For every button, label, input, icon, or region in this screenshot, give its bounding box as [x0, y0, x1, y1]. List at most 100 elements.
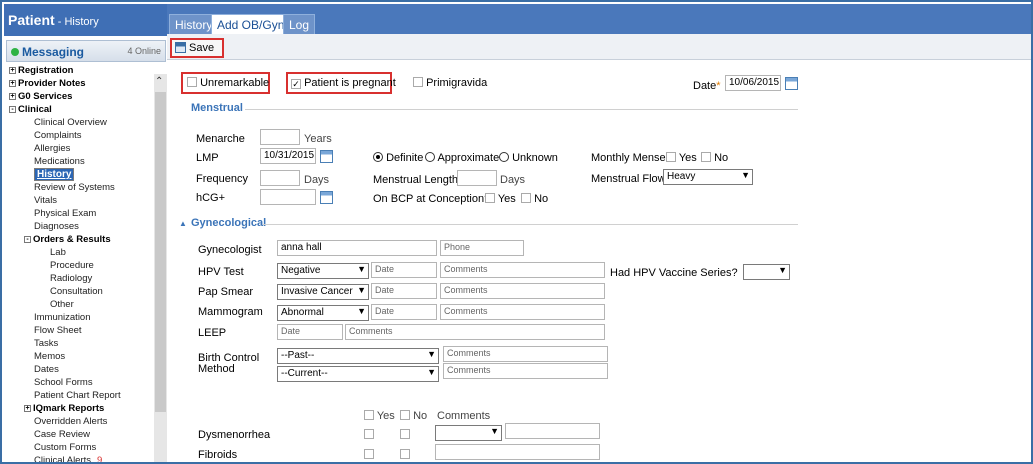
mammogram-date-input[interactable]: Date [371, 304, 437, 320]
tab-log[interactable]: Log [283, 14, 316, 34]
sidebar-item[interactable]: Clinical Alerts 9 [34, 454, 102, 464]
fibroids-yes[interactable] [364, 449, 374, 461]
pregnant-checkbox[interactable]: ✓ Patient is pregnant [291, 77, 396, 89]
mammogram-comments-input[interactable]: Comments [440, 304, 605, 320]
sidebar-item[interactable]: History [34, 168, 75, 181]
date-calendar-icon[interactable] [785, 77, 798, 90]
scrollbar-thumb[interactable] [155, 92, 166, 412]
messaging-bar[interactable]: Messaging 4 Online [6, 40, 166, 62]
tab-add-obgyn[interactable]: Add OB/Gyn [211, 14, 291, 34]
gynecologist-input[interactable]: anna hall [277, 240, 437, 256]
dysmenorrhea-yes[interactable] [364, 429, 374, 441]
leep-comments-input[interactable]: Comments [345, 324, 605, 340]
monthly-menses-no[interactable]: No [701, 152, 728, 164]
sidebar-item[interactable]: - Clinical [9, 103, 52, 116]
lmp-input[interactable]: 10/31/2015 [260, 148, 316, 164]
hpv-select[interactable]: Negative ▼ [277, 263, 369, 279]
primigravida-label: Primigravida [426, 77, 488, 89]
sidebar-item[interactable]: Clinical Overview [34, 116, 107, 129]
sidebar-item-label: Clinical Alerts [34, 455, 92, 464]
fibroids-no[interactable] [400, 449, 410, 461]
leep-date-input[interactable]: Date [277, 324, 343, 340]
sidebar-item[interactable]: Review of Systems [34, 181, 115, 194]
hcg-input[interactable] [260, 189, 316, 205]
birth-control-past-comments[interactable]: Comments [443, 346, 608, 362]
pap-label: Pap Smear [198, 286, 254, 298]
collapse-icon[interactable]: - [24, 236, 31, 243]
dysmenorrhea-select[interactable]: ▼ [435, 425, 502, 441]
sidebar-item[interactable]: Diagnoses [34, 220, 79, 233]
mammogram-select[interactable]: Abnormal ▼ [277, 305, 369, 321]
expand-icon[interactable]: + [9, 93, 16, 100]
sidebar-scrollbar[interactable]: ⌃ [154, 74, 167, 462]
expand-icon[interactable]: + [24, 405, 31, 412]
sidebar-item[interactable]: + Registration [9, 64, 73, 77]
sidebar-item[interactable]: + Provider Notes [9, 77, 86, 90]
primigravida-checkbox[interactable]: Primigravida [413, 77, 487, 89]
sidebar-item[interactable]: Procedure [50, 259, 94, 272]
hpv-comments-input[interactable]: Comments [440, 262, 605, 278]
sidebar-item[interactable]: Lab [50, 246, 66, 259]
save-button[interactable]: Save [170, 38, 224, 58]
dysmenorrhea-no[interactable] [400, 429, 410, 441]
sidebar-item[interactable]: Radiology [50, 272, 92, 285]
sidebar-item[interactable]: Vitals [34, 194, 57, 207]
sidebar-item[interactable]: Complaints [34, 129, 82, 142]
definite-radio[interactable]: Definite [373, 152, 423, 164]
sidebar-item[interactable]: Medications [34, 155, 85, 168]
fibroids-comments[interactable] [435, 444, 600, 460]
hpv-date-input[interactable]: Date [371, 262, 437, 278]
unknown-radio[interactable]: Unknown [499, 152, 558, 164]
sidebar-item[interactable]: Case Review [34, 428, 90, 441]
expand-icon[interactable]: + [9, 80, 16, 87]
sidebar-item[interactable]: Dates [34, 363, 59, 376]
sidebar-item[interactable]: Flow Sheet [34, 324, 82, 337]
chevron-down-icon: ▼ [357, 285, 366, 295]
lmp-calendar-icon[interactable] [320, 150, 333, 163]
monthly-menses-label: Monthly Menses [591, 152, 672, 164]
sidebar-item[interactable]: Immunization [34, 311, 91, 324]
sidebar-item[interactable]: - Orders & Results [24, 233, 111, 246]
hpv-vaccine-select[interactable]: ▼ [743, 264, 790, 280]
monthly-menses-yes[interactable]: Yes [666, 152, 697, 164]
sidebar-item[interactable]: School Forms [34, 376, 93, 389]
bcp-yes[interactable]: Yes [485, 193, 516, 205]
pap-date-input[interactable]: Date [371, 283, 437, 299]
bcp-no[interactable]: No [521, 193, 548, 205]
birth-control-current-select[interactable]: --Current-- ▼ [277, 366, 439, 382]
phone-input[interactable]: Phone [440, 240, 524, 256]
approximate-radio[interactable]: Approximate [425, 152, 499, 164]
collapse-icon[interactable]: - [9, 106, 16, 113]
col-comments-header: Comments [437, 410, 491, 422]
sidebar-item[interactable]: Patient Chart Report [34, 389, 121, 402]
sidebar-item[interactable]: Other [50, 298, 74, 311]
sidebar-item-label: Physical Exam [34, 208, 97, 219]
sidebar-item-label: Patient Chart Report [34, 390, 121, 401]
sidebar-item[interactable]: Consultation [50, 285, 103, 298]
menstrual-flow-select[interactable]: Heavy ▼ [663, 169, 753, 185]
dysmenorrhea-comments[interactable] [505, 423, 600, 439]
pap-select[interactable]: Invasive Cancer ▼ [277, 284, 369, 300]
unremarkable-checkbox[interactable]: Unremarkable [187, 77, 269, 89]
expand-icon[interactable]: + [9, 67, 16, 74]
pap-comments-input[interactable]: Comments [440, 283, 605, 299]
frequency-days-label: Days [304, 174, 330, 186]
birth-control-past-select[interactable]: --Past-- ▼ [277, 348, 439, 364]
sidebar-item[interactable]: Overridden Alerts [34, 415, 107, 428]
birth-control-current-comments[interactable]: Comments [443, 363, 608, 379]
sidebar-item[interactable]: Physical Exam [34, 207, 96, 220]
sidebar-item[interactable]: Allergies [34, 142, 70, 155]
sidebar-item[interactable]: + G0 Services [9, 90, 72, 103]
menstrual-length-input[interactable] [457, 170, 497, 186]
sidebar-item[interactable]: + IQmark Reports [24, 402, 104, 415]
scroll-up-icon[interactable]: ⌃ [155, 76, 163, 87]
sidebar-item[interactable]: Tasks [34, 337, 58, 350]
frequency-input[interactable] [260, 170, 300, 186]
collapse-triangle-icon[interactable]: ▲ [179, 219, 187, 228]
menarche-input[interactable] [260, 129, 300, 145]
sidebar-item[interactable]: Memos [34, 350, 65, 363]
sidebar-item[interactable]: Custom Forms [34, 441, 96, 454]
date-field[interactable]: 10/06/2015 [725, 75, 781, 91]
hcg-calendar-icon[interactable] [320, 191, 333, 204]
gynecological-heading: Gynecological [191, 217, 267, 229]
